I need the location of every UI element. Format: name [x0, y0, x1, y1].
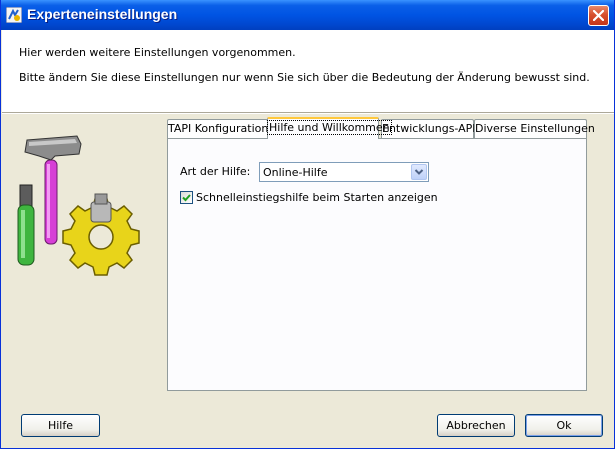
dropdown-arrow-button[interactable]	[411, 164, 427, 180]
close-button[interactable]	[588, 5, 609, 26]
help-type-label: Art der Hilfe:	[180, 165, 251, 178]
title-bar[interactable]: Experteneinstellungen	[1, 0, 614, 30]
dialog-window: Experteneinstellungen Hier werden weiter…	[0, 0, 615, 449]
tab-diverse-einstellungen[interactable]: Diverse Einstellungen	[474, 119, 595, 138]
tab-label: TAPI Konfiguration	[168, 122, 269, 135]
quickstart-checkbox[interactable]	[180, 191, 193, 204]
tab-entwicklungs-api[interactable]: Entwicklungs-API	[381, 119, 476, 138]
tab-tapi-konfiguration[interactable]: TAPI Konfiguration	[167, 119, 268, 138]
checkmark-icon	[182, 194, 191, 202]
tools-gear-icon	[15, 130, 145, 283]
settings-app-icon	[5, 6, 23, 24]
tab-hilfe-und-willkommen[interactable]: Hilfe und Willkommen	[267, 117, 392, 139]
info-header: Hier werden weitere Einstellungen vorgen…	[2, 30, 614, 112]
help-tab-panel: Art der Hilfe: Online-Hilfe Schnelleinst…	[167, 138, 587, 391]
help-type-value: Online-Hilfe	[263, 166, 328, 179]
help-button[interactable]: Hilfe	[21, 414, 100, 437]
help-type-dropdown[interactable]: Online-Hilfe	[259, 162, 429, 182]
tab-label: Diverse Einstellungen	[475, 122, 595, 135]
ok-button[interactable]: Ok	[525, 414, 603, 437]
tab-label: Entwicklungs-API	[382, 122, 476, 135]
quickstart-label: Schnelleinstiegshilfe beim Starten anzei…	[196, 191, 438, 204]
header-divider	[2, 112, 614, 114]
cancel-button[interactable]: Abbrechen	[437, 414, 515, 437]
close-icon	[593, 10, 604, 21]
header-description: Hier werden weitere Einstellungen vorgen…	[19, 46, 296, 59]
chevron-down-icon	[414, 169, 424, 175]
tab-label: Hilfe und Willkommen	[267, 120, 392, 135]
header-warning: Bitte ändern Sie diese Einstellungen nur…	[19, 71, 590, 84]
window-title: Experteneinstellungen	[27, 6, 178, 22]
